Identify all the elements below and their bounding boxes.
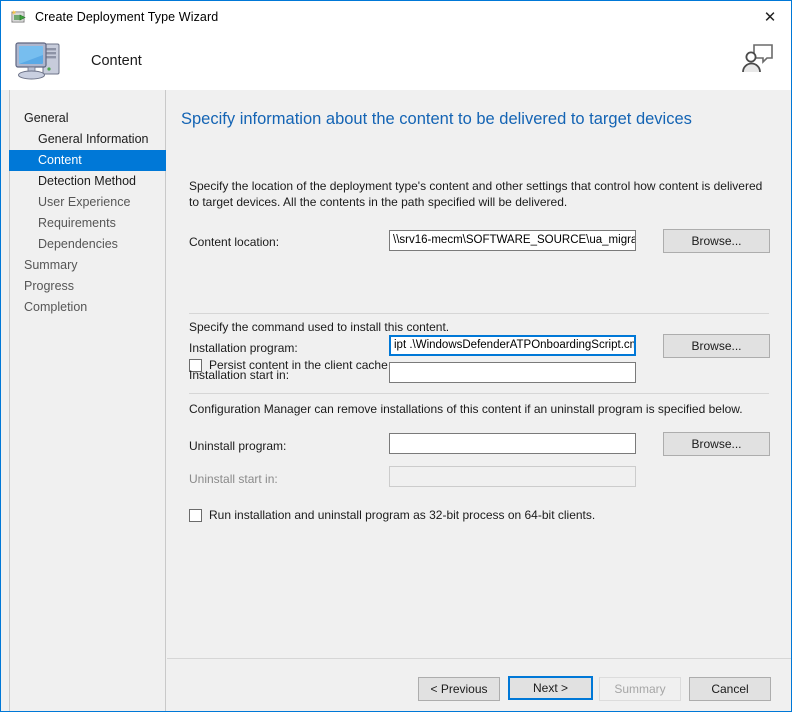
page-title: Content bbox=[91, 53, 142, 69]
wizard-window: Create Deployment Type Wizard ✕ Content bbox=[0, 0, 792, 712]
sidebar-item-detection-method[interactable]: Detection Method bbox=[10, 171, 165, 192]
content-location-label: Content location: bbox=[189, 235, 280, 249]
content-pane: Specify information about the content to… bbox=[167, 90, 791, 658]
content-location-browse-button[interactable]: Browse... bbox=[663, 229, 770, 253]
sidebar-item-dependencies[interactable]: Dependencies bbox=[10, 234, 165, 255]
sidebar-item-summary[interactable]: Summary bbox=[10, 255, 165, 276]
run-32bit-label: Run installation and uninstall program a… bbox=[209, 508, 596, 522]
wizard-header: Content bbox=[1, 32, 791, 90]
window-title: Create Deployment Type Wizard bbox=[35, 9, 219, 24]
uninstall-program-input[interactable] bbox=[389, 433, 636, 454]
sidebar-item-requirements[interactable]: Requirements bbox=[10, 213, 165, 234]
sidebar-item-general-information[interactable]: General Information bbox=[10, 129, 165, 150]
uninstall-start-in-label: Uninstall start in: bbox=[189, 472, 278, 486]
content-location-input[interactable]: \\srv16-mecm\SOFTWARE_SOURCE\ua_migrate bbox=[389, 230, 636, 251]
installation-program-input[interactable]: ipt .\WindowsDefenderATPOnboardingScript… bbox=[389, 335, 636, 356]
sidebar-item-completion[interactable]: Completion bbox=[10, 297, 165, 318]
content-heading: Specify information about the content to… bbox=[181, 110, 692, 128]
separator-install bbox=[189, 313, 769, 314]
summary-button: Summary bbox=[599, 677, 681, 701]
computer-monitor-icon bbox=[13, 38, 65, 84]
run-32bit-checkbox[interactable] bbox=[189, 508, 202, 522]
help-person-icon[interactable] bbox=[741, 42, 775, 74]
uninstall-program-label: Uninstall program: bbox=[189, 439, 287, 453]
next-button[interactable]: Next > bbox=[508, 676, 593, 700]
sidebar-item-content[interactable]: Content bbox=[9, 150, 166, 171]
title-bar: Create Deployment Type Wizard ✕ bbox=[1, 0, 791, 32]
deployment-type-icon bbox=[11, 9, 27, 25]
close-icon[interactable]: ✕ bbox=[747, 1, 791, 32]
installation-program-label: Installation program: bbox=[189, 341, 298, 355]
installation-start-in-label: Installation start in: bbox=[189, 368, 290, 382]
wizard-navigation-sidebar: General General Information Content Dete… bbox=[9, 90, 166, 711]
content-intro-text: Specify the location of the deployment t… bbox=[189, 179, 763, 209]
separator-uninstall bbox=[189, 393, 769, 394]
uninstall-section-text: Configuration Manager can remove install… bbox=[189, 402, 743, 416]
installation-start-in-input[interactable] bbox=[389, 362, 636, 383]
installation-program-value: ipt .\WindowsDefenderATPOnboardingScript… bbox=[394, 339, 636, 351]
uninstall-start-in-input bbox=[389, 466, 636, 487]
sidebar-item-progress[interactable]: Progress bbox=[10, 276, 165, 297]
run-32bit-checkbox-row[interactable]: Run installation and uninstall program a… bbox=[189, 508, 595, 522]
wizard-footer: < Previous Next > Summary Cancel bbox=[167, 658, 791, 711]
sidebar-item-general[interactable]: General bbox=[10, 108, 165, 129]
previous-button[interactable]: < Previous bbox=[418, 677, 500, 701]
cancel-button[interactable]: Cancel bbox=[689, 677, 771, 701]
sidebar-item-user-experience[interactable]: User Experience bbox=[10, 192, 165, 213]
installation-program-browse-button[interactable]: Browse... bbox=[663, 334, 770, 358]
uninstall-program-browse-button[interactable]: Browse... bbox=[663, 432, 770, 456]
install-section-text: Specify the command used to install this… bbox=[189, 320, 450, 334]
